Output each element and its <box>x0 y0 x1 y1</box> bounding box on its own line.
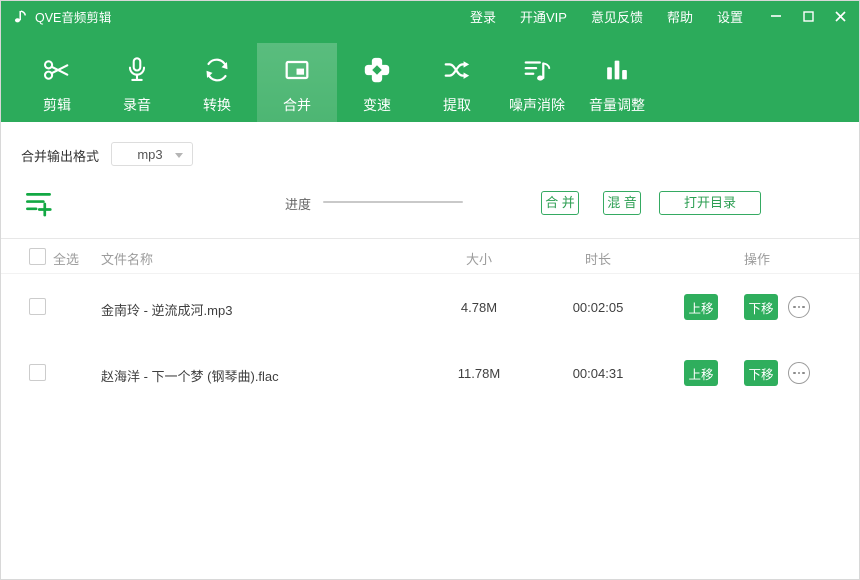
select-all-label: 全选 <box>53 249 79 268</box>
select-all-checkbox[interactable] <box>29 248 46 265</box>
settings-link[interactable]: 设置 <box>717 7 743 26</box>
speed-cross-icon <box>362 55 392 90</box>
microphone-icon <box>122 55 152 90</box>
column-header-size: 大小 <box>466 249 492 268</box>
column-header-duration: 时长 <box>585 249 611 268</box>
format-select-value: mp3 <box>137 147 162 162</box>
more-options-button[interactable] <box>788 296 810 318</box>
close-button[interactable] <box>833 9 847 23</box>
login-link[interactable]: 登录 <box>470 7 496 26</box>
tab-convert[interactable]: 转换 <box>177 43 257 122</box>
table-row: 金南玲 - 逆流成河.mp3 4.78M 00:02:05 上移 下移 <box>1 274 859 340</box>
tab-label: 音量调整 <box>589 95 645 115</box>
convert-refresh-icon <box>202 55 232 90</box>
tab-label: 录音 <box>123 95 151 115</box>
tab-cut[interactable]: 剪辑 <box>17 43 97 122</box>
table-header: 全选 文件名称 大小 时长 操作 <box>1 238 859 274</box>
more-options-button[interactable] <box>788 362 810 384</box>
output-format-label: 合并输出格式 <box>21 146 99 165</box>
file-name: 金南玲 - 逆流成河.mp3 <box>101 300 232 319</box>
tab-label: 变速 <box>363 95 391 115</box>
format-select[interactable]: mp3 <box>111 142 193 166</box>
mix-button[interactable]: 混 音 <box>603 191 641 215</box>
tab-label: 提取 <box>443 95 471 115</box>
tab-merge[interactable]: 合并 <box>257 43 337 122</box>
progress-label: 进度 <box>285 194 311 213</box>
maximize-button[interactable] <box>801 9 815 23</box>
row-checkbox[interactable] <box>29 298 46 315</box>
open-directory-button[interactable]: 打开目录 <box>659 191 761 215</box>
move-up-button[interactable]: 上移 <box>684 294 718 320</box>
tab-label: 剪辑 <box>43 95 71 115</box>
tab-noise-removal[interactable]: 噪声消除 <box>497 43 577 122</box>
tab-label: 噪声消除 <box>509 95 565 115</box>
file-duration: 00:04:31 <box>573 366 624 381</box>
titlebar: QVE音频剪辑 登录 开通VIP 意见反馈 帮助 设置 <box>1 1 859 31</box>
move-down-button[interactable]: 下移 <box>744 294 778 320</box>
merge-icon <box>282 55 312 90</box>
minimize-button[interactable] <box>769 9 783 23</box>
playlist-note-icon <box>522 55 552 90</box>
row-checkbox[interactable] <box>29 364 46 381</box>
progress-bar <box>323 201 463 203</box>
app-title: QVE音频剪辑 <box>35 7 111 26</box>
main-toolbar: 剪辑 录音 转换 <box>1 31 859 122</box>
add-files-button[interactable] <box>25 190 52 222</box>
chevron-down-icon <box>175 153 183 158</box>
file-size: 11.78M <box>458 366 500 381</box>
column-header-filename: 文件名称 <box>101 249 153 268</box>
tab-extract[interactable]: 提取 <box>417 43 497 122</box>
vip-link[interactable]: 开通VIP <box>520 7 567 26</box>
format-row: 合并输出格式 mp3 <box>1 122 859 180</box>
merge-button[interactable]: 合 并 <box>541 191 579 215</box>
help-link[interactable]: 帮助 <box>667 7 693 26</box>
move-down-button[interactable]: 下移 <box>744 360 778 386</box>
tab-label: 合并 <box>283 95 311 115</box>
feedback-link[interactable]: 意见反馈 <box>591 7 643 26</box>
app-window: QVE音频剪辑 登录 开通VIP 意见反馈 帮助 设置 <box>0 0 860 580</box>
file-duration: 00:02:05 <box>573 300 624 315</box>
column-header-operation: 操作 <box>744 249 770 268</box>
action-row: 进度 合 并 混 音 打开目录 <box>1 180 859 238</box>
titlebar-menu: 登录 开通VIP 意见反馈 帮助 设置 <box>470 7 743 26</box>
tab-label: 转换 <box>203 95 231 115</box>
move-up-button[interactable]: 上移 <box>684 360 718 386</box>
file-name: 赵海洋 - 下一个梦 (钢琴曲).flac <box>101 366 279 385</box>
music-note-icon <box>13 8 28 24</box>
tab-volume-adjust[interactable]: 音量调整 <box>577 43 657 122</box>
table-row: 赵海洋 - 下一个梦 (钢琴曲).flac 11.78M 00:04:31 上移… <box>1 340 859 406</box>
tab-record[interactable]: 录音 <box>97 43 177 122</box>
window-controls <box>769 9 847 23</box>
tab-speed[interactable]: 变速 <box>337 43 417 122</box>
file-size: 4.78M <box>461 300 497 315</box>
scissors-icon <box>42 55 72 90</box>
volume-bars-icon <box>602 55 632 90</box>
extract-shuffle-icon <box>442 55 472 90</box>
